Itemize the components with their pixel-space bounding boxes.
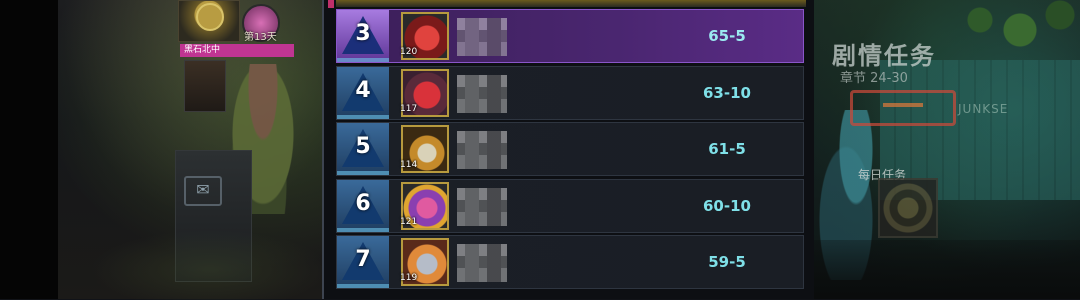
player-score: 63-10 bbox=[703, 84, 751, 102]
rank-badge: 6 bbox=[337, 180, 389, 232]
left-edge-shadow bbox=[0, 0, 58, 299]
player-level: 114 bbox=[400, 160, 418, 170]
panel-corner-accent bbox=[328, 0, 334, 8]
player-name-redacted bbox=[457, 244, 507, 282]
rank-stripe bbox=[337, 171, 389, 175]
player-level: 121 bbox=[400, 217, 418, 227]
leaderboard-row[interactable]: 7 119 59-5 bbox=[336, 235, 804, 289]
floor-light bbox=[90, 230, 330, 300]
rank-number: 3 bbox=[355, 21, 371, 46]
daily-mission-icon[interactable] bbox=[878, 178, 938, 238]
player-name-redacted bbox=[457, 188, 507, 226]
leaderboard-row[interactable]: 5 114 61-5 bbox=[336, 122, 804, 176]
player-score: 59-5 bbox=[708, 253, 746, 271]
story-mission-title[interactable]: 剧情任务 bbox=[832, 36, 936, 71]
rank-number: 4 bbox=[355, 78, 371, 103]
rank-stripe bbox=[337, 58, 389, 62]
player-name-redacted bbox=[457, 131, 507, 169]
player-name-redacted bbox=[457, 18, 507, 56]
player-name-redacted bbox=[457, 75, 507, 113]
day-counter-label: 第13天 bbox=[244, 32, 277, 43]
rank-stripe bbox=[337, 115, 389, 119]
rank-badge: 3 bbox=[337, 10, 389, 62]
player-score: 60-10 bbox=[703, 197, 751, 215]
ground-shadow bbox=[814, 240, 1080, 299]
player-level: 120 bbox=[400, 47, 418, 57]
leaderboard-row[interactable]: 4 117 63-10 bbox=[336, 66, 804, 120]
wall-poster bbox=[184, 60, 226, 112]
rank-badge: 7 bbox=[337, 236, 389, 288]
mail-icon[interactable]: ✉ bbox=[184, 176, 222, 206]
leaderboard-row[interactable]: 6 121 60-10 bbox=[336, 179, 804, 233]
player-score: 65-5 bbox=[708, 27, 746, 45]
previous-row-edge bbox=[336, 0, 806, 7]
leaderboard-row[interactable]: 3 120 65-5 bbox=[336, 9, 804, 63]
ivy-plants bbox=[960, 0, 1080, 70]
rank-badge: 5 bbox=[337, 123, 389, 175]
rank-number: 5 bbox=[355, 134, 371, 159]
chapter-range: 章节 24-30 bbox=[840, 71, 908, 86]
rank-number: 7 bbox=[355, 247, 371, 272]
rank-stripe bbox=[337, 228, 389, 232]
gold-poster bbox=[178, 0, 240, 42]
area-tag: 黑石北中 bbox=[180, 44, 294, 57]
junk-sign-text: JUNKSE bbox=[958, 102, 1009, 116]
player-score: 61-5 bbox=[708, 140, 746, 158]
neon-arrow-sign bbox=[850, 90, 956, 126]
rank-stripe bbox=[337, 284, 389, 288]
rank-badge: 4 bbox=[337, 67, 389, 119]
player-level: 117 bbox=[400, 104, 418, 114]
rank-number: 6 bbox=[355, 191, 371, 216]
player-level: 119 bbox=[400, 273, 418, 283]
